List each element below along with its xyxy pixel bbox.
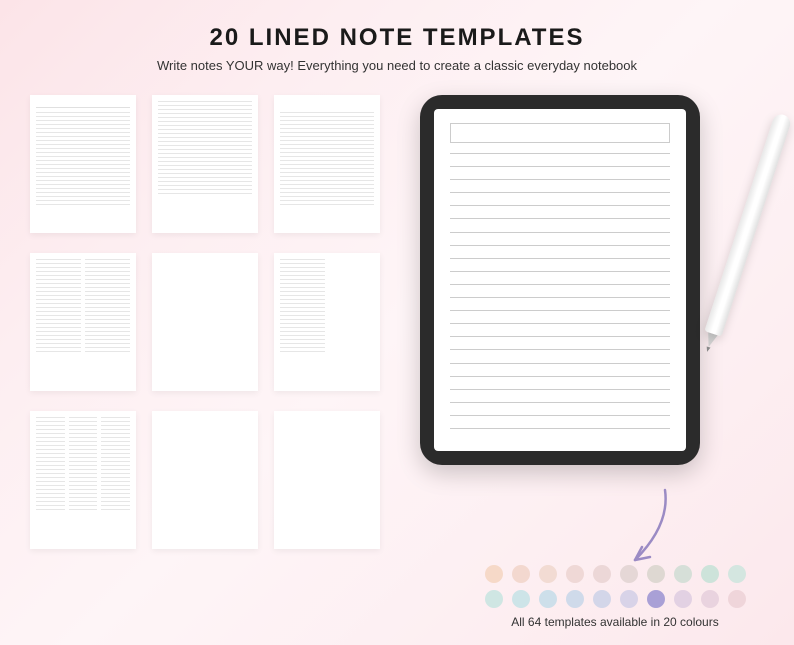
color-swatch	[566, 565, 584, 583]
screen-lines	[450, 153, 670, 437]
template-grid	[30, 95, 380, 549]
color-swatch	[647, 565, 665, 583]
thumb-lines	[36, 112, 130, 227]
color-swatches: All 64 templates available in 20 colours	[470, 565, 760, 629]
template-thumb-3	[274, 95, 380, 233]
thumb-col	[329, 259, 374, 385]
template-thumb-2	[152, 95, 258, 233]
color-swatch	[593, 565, 611, 583]
preview-area: All 64 templates available in 20 colours	[420, 95, 764, 549]
thumb-col	[69, 417, 98, 543]
thumb-lines	[158, 518, 252, 543]
thumb-col	[36, 417, 65, 543]
color-swatch	[620, 565, 638, 583]
color-swatch	[728, 590, 746, 608]
color-swatch	[647, 590, 665, 608]
thumb-col	[36, 259, 81, 385]
thumb-col	[85, 259, 130, 385]
header: 20 LINED NOTE TEMPLATES Write notes YOUR…	[30, 24, 764, 73]
thumb-spacer	[280, 101, 374, 112]
pen-nib	[705, 346, 710, 352]
color-swatch	[728, 565, 746, 583]
color-swatch	[593, 590, 611, 608]
arrow-icon	[620, 485, 680, 575]
template-thumb-4	[30, 253, 136, 391]
color-swatch	[512, 565, 530, 583]
template-thumb-9	[274, 411, 380, 549]
pen-body	[704, 112, 792, 336]
thumb-half	[280, 480, 374, 543]
thumb-header	[36, 101, 130, 108]
color-swatch	[674, 590, 692, 608]
screen-title-box	[450, 123, 670, 143]
thumb-half	[158, 322, 252, 385]
swatch-row	[470, 565, 760, 583]
template-thumb-5	[152, 253, 258, 391]
color-swatch	[701, 565, 719, 583]
thumb-col	[101, 417, 130, 543]
tablet-screen	[434, 109, 686, 451]
color-swatch	[701, 590, 719, 608]
color-swatch	[539, 565, 557, 583]
thumb-lines	[280, 112, 374, 227]
thumb-lines	[158, 101, 252, 227]
color-swatch	[485, 590, 503, 608]
page-title: 20 LINED NOTE TEMPLATES	[30, 24, 764, 52]
thumb-half	[158, 259, 252, 322]
color-swatch	[485, 565, 503, 583]
swatch-row	[470, 590, 760, 608]
thumb-half	[280, 417, 374, 480]
template-thumb-7	[30, 411, 136, 549]
template-thumb-8	[152, 411, 258, 549]
thumb-blank	[158, 417, 252, 518]
swatch-caption: All 64 templates available in 20 colours	[470, 615, 760, 629]
color-swatch	[566, 590, 584, 608]
thumb-col	[280, 259, 325, 385]
template-thumb-1	[30, 95, 136, 233]
page-subtitle: Write notes YOUR way! Everything you nee…	[30, 58, 764, 73]
color-swatch	[620, 590, 638, 608]
color-swatch	[674, 565, 692, 583]
color-swatch	[539, 590, 557, 608]
tablet-mockup	[420, 95, 700, 465]
template-thumb-6	[274, 253, 380, 391]
color-swatch	[512, 590, 530, 608]
